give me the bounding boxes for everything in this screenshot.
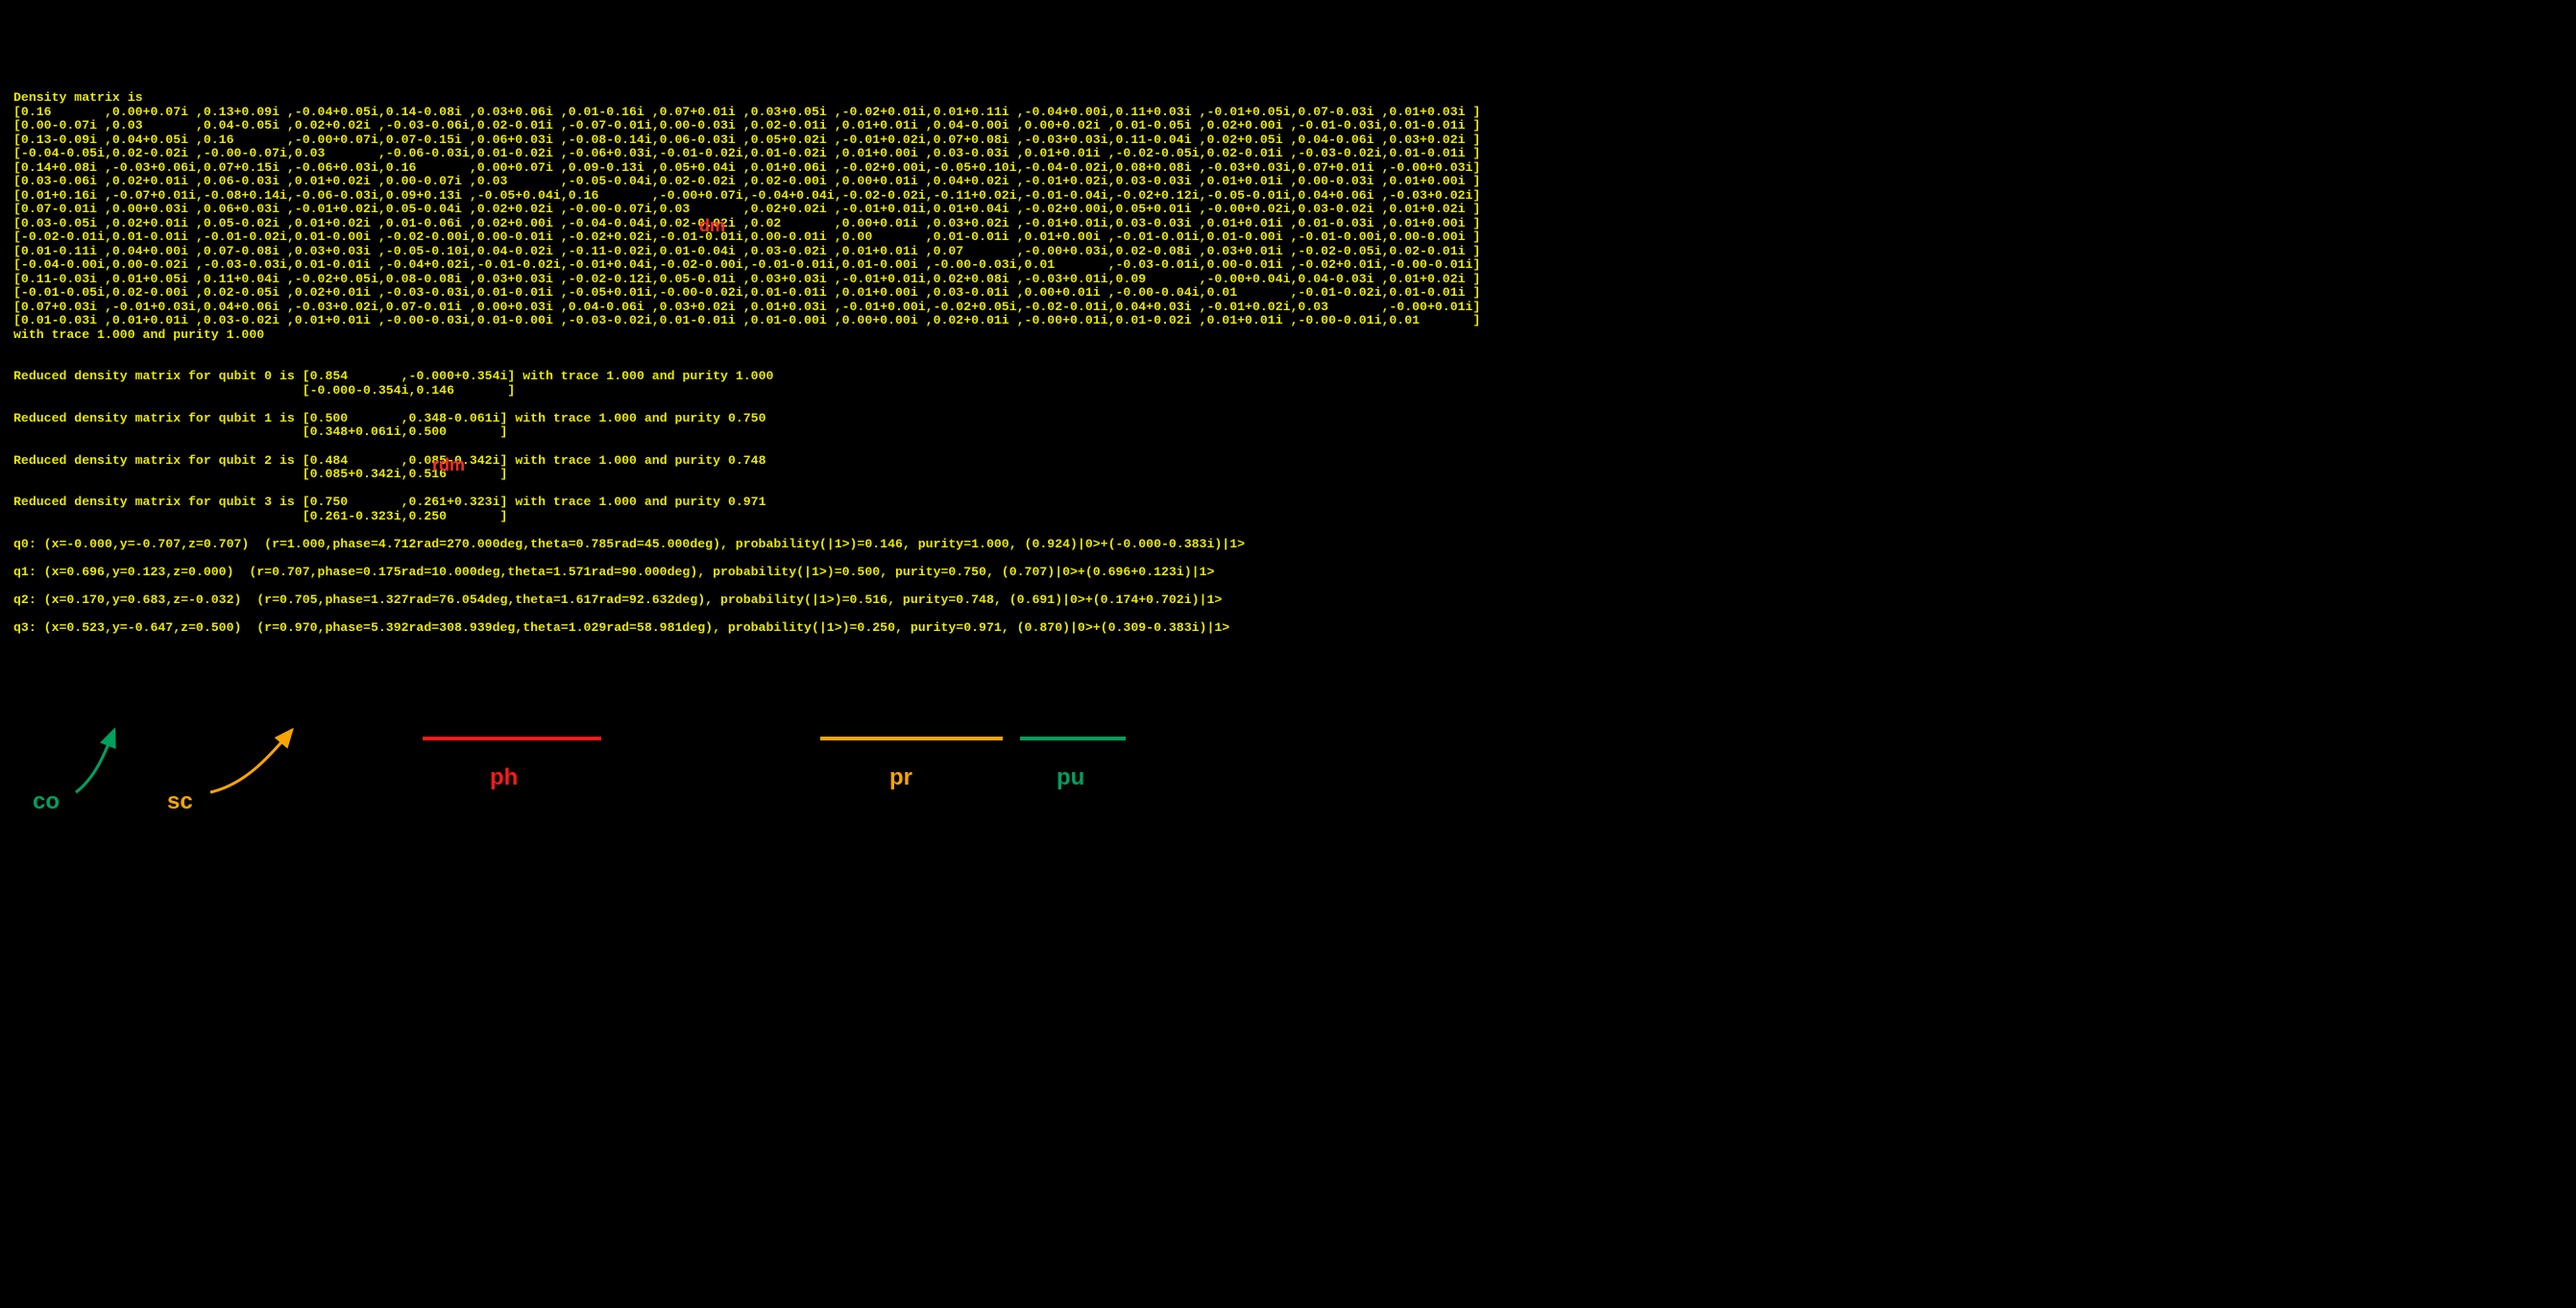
dm-row: [0.01-0.03i ,0.01+0.01i ,0.03-0.02i ,0.0…: [13, 313, 1480, 327]
qubit-line: q1: (x=0.696,y=0.123,z=0.000) (r=0.707,p…: [13, 565, 1214, 579]
rdm-line: Reduced density matrix for qubit 0 is [0…: [13, 369, 773, 383]
rdm-purity-label: and purity: [637, 495, 728, 509]
underline-phase-icon: [423, 737, 601, 740]
dm-row: [0.01-0.11i ,0.04+0.00i ,0.07-0.08i ,0.0…: [13, 244, 1480, 258]
rdm-line2: [0.348+0.061i,0.500 ]: [13, 424, 507, 439]
rdm-qubit: 0: [264, 369, 272, 383]
annotation-co: co: [33, 789, 60, 814]
qubit-line: q2: (x=0.170,y=0.683,z=-0.032) (r=0.705,…: [13, 593, 1222, 607]
dm-row: [0.03-0.06i ,0.02+0.01i ,0.06-0.03i ,0.0…: [13, 174, 1480, 188]
arrow-co-icon: [61, 725, 138, 802]
dm-row: [0.07-0.01i ,0.00+0.03i ,0.06+0.03i ,-0.…: [13, 202, 1480, 216]
rdm-indent: [13, 424, 303, 439]
dm-row: [0.01+0.16i ,-0.07+0.01i,-0.08+0.14i,-0.…: [13, 188, 1480, 203]
annotation-row: co sc ph pr pu: [13, 737, 2563, 823]
dm-row: [0.11-0.03i ,0.01+0.05i ,0.11+0.04i ,-0.…: [13, 272, 1480, 286]
dm-row: [-0.01-0.05i,0.02-0.00i ,0.02-0.05i ,0.0…: [13, 285, 1480, 300]
dm-row: [0.13-0.09i ,0.04+0.05i ,0.16 ,-0.00+0.0…: [13, 133, 1480, 147]
rdm-row2: [0.085+0.342i,0.516 ]: [303, 467, 508, 481]
rdm-trace-label: with trace: [507, 453, 598, 468]
rdm-mid: is: [272, 369, 303, 383]
annotation-pu: pu: [1057, 765, 1084, 790]
rdm-row2: [-0.000-0.354i,0.146 ]: [303, 383, 516, 398]
dm-row: [-0.04-0.00i,0.00-0.02i ,-0.03-0.03i,0.0…: [13, 257, 1480, 272]
annotation-sc: sc: [167, 789, 193, 814]
rdm-prefix: Reduced density matrix for qubit: [13, 495, 264, 509]
rdm-purity: 1.000: [736, 369, 774, 383]
rdm-mid: is: [272, 495, 303, 509]
dm-row: [-0.04-0.05i,0.02-0.02i ,-0.00-0.07i,0.0…: [13, 146, 1480, 160]
rdm-prefix: Reduced density matrix for qubit: [13, 453, 264, 468]
rdm-row1: [0.854 ,-0.000+0.354i]: [303, 369, 516, 383]
dm-row: [0.14+0.08i ,-0.03+0.06i,0.07+0.15i ,-0.…: [13, 160, 1480, 175]
rdm-row2: [0.348+0.061i,0.500 ]: [303, 424, 508, 439]
rdm-purity-label: and purity: [644, 369, 736, 383]
rdm-purity: 0.750: [728, 411, 766, 425]
underline-purity-icon: [1020, 737, 1126, 740]
underline-probability-icon: [820, 737, 1003, 740]
rdm-purity: 0.748: [728, 453, 766, 468]
rdm-qubit: 1: [264, 411, 272, 425]
rdm-trace-label: with trace: [507, 411, 598, 425]
rdm-trace-label: with trace: [507, 495, 598, 509]
rdm-indent: [13, 509, 303, 523]
rdm-indent: [13, 383, 303, 398]
rdm-row1: [0.484 ,0.085-0.342i]: [303, 453, 508, 468]
rdm-trace: 1.000: [598, 453, 637, 468]
density-matrix-header: Density matrix is: [13, 90, 143, 105]
rdm-line: Reduced density matrix for qubit 2 is [0…: [13, 453, 766, 468]
annotation-pr: pr: [889, 765, 912, 790]
rdm-trace: 1.000: [598, 411, 637, 425]
rdm-qubit: 2: [264, 453, 272, 468]
rdm-line: Reduced density matrix for qubit 3 is [0…: [13, 495, 766, 509]
rdm-line: Reduced density matrix for qubit 1 is [0…: [13, 411, 766, 425]
rdm-line2: [0.261-0.323i,0.250 ]: [13, 509, 507, 523]
annotation-ph: ph: [490, 765, 518, 790]
dm-footer: with trace 1.000 and purity 1.000: [13, 327, 264, 342]
rdm-purity: 0.971: [728, 495, 766, 509]
qubit-line: q3: (x=0.523,y=-0.647,z=0.500) (r=0.970,…: [13, 620, 1229, 635]
rdm-trace-label: with trace: [515, 369, 606, 383]
dm-row: [0.16 ,0.00+0.07i ,0.13+0.09i ,-0.04+0.0…: [13, 105, 1480, 119]
rdm-purity-label: and purity: [637, 411, 728, 425]
rdm-trace: 1.000: [598, 495, 637, 509]
rdm-prefix: Reduced density matrix for qubit: [13, 411, 264, 425]
qubit-line: q0: (x=-0.000,y=-0.707,z=0.707) (r=1.000…: [13, 537, 1245, 551]
dm-row: [0.03-0.05i ,0.02+0.01i ,0.05-0.02i ,0.0…: [13, 216, 1480, 230]
rdm-line2: [-0.000-0.354i,0.146 ]: [13, 383, 515, 398]
rdm-row2: [0.261-0.323i,0.250 ]: [303, 509, 508, 523]
rdm-row1: [0.500 ,0.348-0.061i]: [303, 411, 508, 425]
rdm-prefix: Reduced density matrix for qubit: [13, 369, 264, 383]
terminal-output: Density matrix is [0.16 ,0.00+0.07i ,0.1…: [0, 70, 2576, 876]
rdm-mid: is: [272, 411, 303, 425]
rdm-line2: [0.085+0.342i,0.516 ]: [13, 467, 507, 481]
dm-row: [0.07+0.03i ,-0.01+0.03i,0.04+0.06i ,-0.…: [13, 300, 1480, 314]
rdm-trace: 1.000: [606, 369, 644, 383]
dm-row: [-0.02-0.01i,0.01-0.01i ,-0.01-0.02i,0.0…: [13, 230, 1480, 244]
rdm-purity-label: and purity: [637, 453, 728, 468]
rdm-qubit: 3: [264, 495, 272, 509]
dm-row: [0.00-0.07i ,0.03 ,0.04-0.05i ,0.02+0.02…: [13, 118, 1480, 133]
rdm-mid: is: [272, 453, 303, 468]
rdm-row1: [0.750 ,0.261+0.323i]: [303, 495, 508, 509]
arrow-sc-icon: [201, 725, 306, 802]
rdm-indent: [13, 467, 303, 481]
